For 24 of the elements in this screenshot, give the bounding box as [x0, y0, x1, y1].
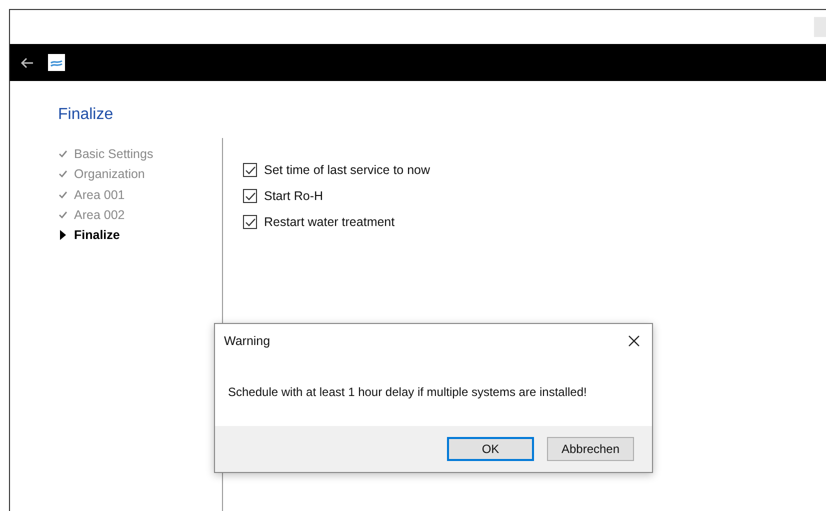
- close-icon[interactable]: [628, 335, 640, 347]
- step-item[interactable]: Basic Settings: [58, 144, 222, 164]
- checkbox-label: Restart water treatment: [264, 215, 395, 229]
- step-item[interactable]: Area 001: [58, 184, 222, 205]
- triangle-icon: [58, 230, 68, 240]
- step-item[interactable]: Area 002: [58, 204, 222, 226]
- check-icon: [58, 170, 68, 178]
- checkbox[interactable]: [243, 163, 257, 177]
- check-icon: [58, 211, 68, 220]
- check-icon: [58, 190, 68, 199]
- step-item[interactable]: Organization: [58, 164, 222, 185]
- dialog-button[interactable]: Abbrechen: [547, 437, 634, 461]
- dialog-title: Warning: [224, 334, 270, 348]
- logo-icon: [48, 54, 65, 71]
- page-title: Finalize: [58, 105, 114, 125]
- dialog-message: Schedule with at least 1 hour delay if multiple systems are installed!: [227, 384, 588, 401]
- back-arrow-icon[interactable]: [20, 56, 34, 68]
- checkbox[interactable]: [243, 189, 257, 203]
- dialog-button[interactable]: OK: [447, 437, 534, 461]
- checkbox-label: Start Ro-H: [264, 189, 324, 203]
- check-icon: [58, 150, 68, 158]
- step-item[interactable]: Finalize: [58, 225, 222, 246]
- checkbox-label: Set time of last service to now: [264, 163, 430, 177]
- checkbox[interactable]: [243, 215, 257, 229]
